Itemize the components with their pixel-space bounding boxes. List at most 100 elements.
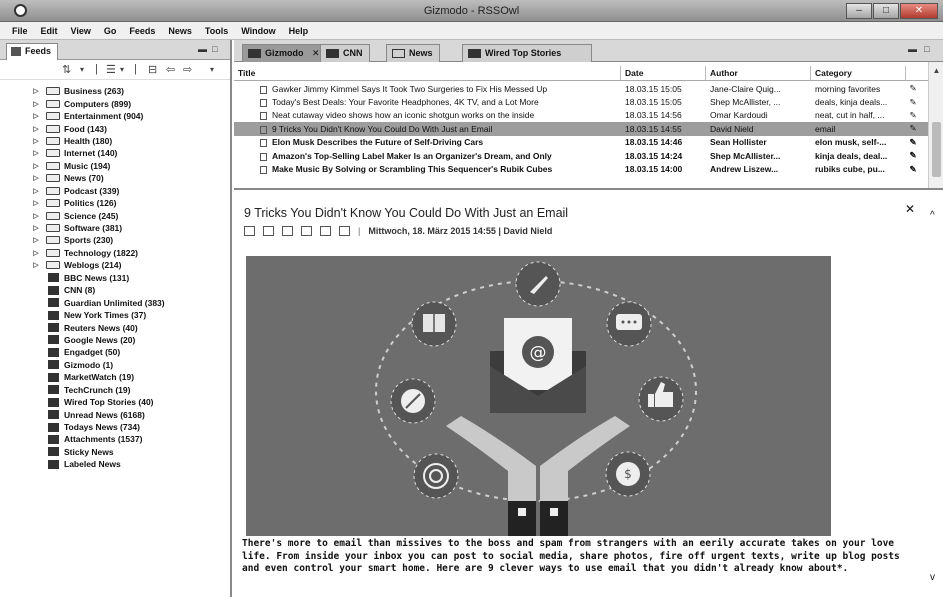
tree-folder[interactable]: ▷ Entertainment (904) bbox=[0, 110, 230, 122]
menu-news[interactable]: News bbox=[168, 26, 192, 36]
expand-arrow-icon[interactable]: ▷ bbox=[0, 112, 42, 120]
scroll-thumb[interactable] bbox=[932, 122, 941, 177]
attachment-icon[interactable] bbox=[320, 226, 331, 236]
edit-icon[interactable]: ✎ bbox=[906, 97, 920, 108]
article-scrollbar[interactable]: ^ v bbox=[928, 210, 943, 590]
filter-icon[interactable]: ☰ bbox=[106, 63, 116, 76]
chevron-down-icon[interactable]: ▾ bbox=[80, 65, 84, 74]
menu-window[interactable]: Window bbox=[241, 26, 275, 36]
tree-feed[interactable]: Attachments (1537) bbox=[0, 433, 230, 445]
tab-gizmodo[interactable]: Gizmodo ✕ bbox=[242, 44, 327, 62]
tree-folder[interactable]: ▷ Computers (899) bbox=[0, 97, 230, 109]
label-icon[interactable] bbox=[282, 226, 293, 236]
minimize-view-icon[interactable]: ▬ bbox=[198, 44, 207, 54]
expand-arrow-icon[interactable]: ▷ bbox=[0, 100, 42, 108]
tree-feed[interactable]: New York Times (37) bbox=[0, 309, 230, 321]
edit-icon[interactable]: ✎ bbox=[906, 164, 920, 175]
tree-folder[interactable]: ▷ Sports (230) bbox=[0, 234, 230, 246]
share-icon[interactable] bbox=[301, 226, 312, 236]
tree-feed[interactable]: MarketWatch (19) bbox=[0, 371, 230, 383]
column-header-category[interactable]: Category bbox=[811, 66, 906, 80]
maximize-view-icon[interactable]: □ bbox=[924, 44, 929, 54]
expand-arrow-icon[interactable]: ▷ bbox=[0, 162, 42, 170]
expand-arrow-icon[interactable]: ▷ bbox=[0, 199, 42, 207]
back-arrow-icon[interactable]: ⇦ bbox=[166, 63, 175, 76]
star-icon[interactable] bbox=[263, 226, 274, 236]
expand-arrow-icon[interactable]: ▷ bbox=[0, 212, 42, 220]
table-row[interactable]: Today's Best Deals: Your Favorite Headph… bbox=[234, 95, 928, 108]
tree-feed[interactable]: Engadget (50) bbox=[0, 346, 230, 358]
edit-icon[interactable]: ✎ bbox=[906, 137, 920, 148]
expand-arrow-icon[interactable]: ▷ bbox=[0, 125, 42, 133]
edit-icon[interactable]: ✎ bbox=[906, 123, 920, 134]
scroll-up-icon[interactable]: ^ bbox=[930, 210, 935, 221]
tree-folder[interactable]: ▷ Business (263) bbox=[0, 85, 230, 97]
scroll-down-icon[interactable]: v bbox=[930, 572, 935, 583]
chevron-down-icon[interactable]: ▾ bbox=[120, 65, 124, 74]
expand-arrow-icon[interactable]: ▷ bbox=[0, 236, 42, 244]
tab-news[interactable]: News bbox=[386, 44, 440, 62]
expand-arrow-icon[interactable]: ▷ bbox=[0, 224, 42, 232]
menu-tools[interactable]: Tools bbox=[205, 26, 228, 36]
menu-go[interactable]: Go bbox=[104, 26, 117, 36]
maximize-view-icon[interactable]: □ bbox=[212, 44, 217, 54]
tree-feed[interactable]: BBC News (131) bbox=[0, 272, 230, 284]
expand-arrow-icon[interactable]: ▷ bbox=[0, 149, 42, 157]
tree-feed[interactable]: Reuters News (40) bbox=[0, 321, 230, 333]
menu-file[interactable]: File bbox=[12, 26, 28, 36]
expand-arrow-icon[interactable]: ▷ bbox=[0, 137, 42, 145]
column-header-date[interactable]: Date bbox=[621, 66, 706, 80]
tree-feed[interactable]: Sticky News bbox=[0, 446, 230, 458]
edit-icon[interactable]: ✎ bbox=[906, 150, 920, 161]
column-header-author[interactable]: Author bbox=[706, 66, 811, 80]
table-row[interactable]: Elon Musk Describes the Future of Self-D… bbox=[234, 136, 928, 149]
view-menu-icon[interactable]: ▾ bbox=[210, 65, 214, 74]
tree-feed[interactable]: Guardian Unlimited (383) bbox=[0, 296, 230, 308]
tab-cnn[interactable]: CNN bbox=[320, 44, 370, 62]
tree-folder[interactable]: ▷ Technology (1822) bbox=[0, 247, 230, 259]
tree-feed[interactable]: Wired Top Stories (40) bbox=[0, 396, 230, 408]
table-row[interactable]: Make Music By Solving or Scrambling This… bbox=[234, 162, 928, 175]
tree-folder[interactable]: ▷ Science (245) bbox=[0, 209, 230, 221]
collapse-icon[interactable]: ⊟ bbox=[148, 63, 157, 76]
tree-feed[interactable]: Google News (20) bbox=[0, 334, 230, 346]
tree-folder[interactable]: ▷ Internet (140) bbox=[0, 147, 230, 159]
headlines-scrollbar[interactable]: ▲ bbox=[928, 62, 943, 188]
tree-feed[interactable]: Gizmodo (1) bbox=[0, 359, 230, 371]
menu-feeds[interactable]: Feeds bbox=[129, 26, 155, 36]
menu-edit[interactable]: Edit bbox=[41, 26, 58, 36]
column-header-title[interactable]: Title bbox=[234, 66, 621, 80]
expand-arrow-icon[interactable]: ▷ bbox=[0, 187, 42, 195]
table-row[interactable]: Gawker Jimmy Kimmel Says It Took Two Sur… bbox=[234, 82, 928, 95]
expand-arrow-icon[interactable]: ▷ bbox=[0, 261, 42, 269]
tree-feed[interactable]: Labeled News bbox=[0, 458, 230, 470]
close-tab-icon[interactable]: ✕ bbox=[312, 48, 320, 58]
tree-folder[interactable]: ▷ Food (143) bbox=[0, 122, 230, 134]
tree-folder[interactable]: ▷ Music (194) bbox=[0, 160, 230, 172]
edit-icon[interactable]: ✎ bbox=[906, 110, 920, 121]
edit-icon[interactable]: ✎ bbox=[906, 83, 920, 94]
expand-arrow-icon[interactable]: ▷ bbox=[0, 249, 42, 257]
table-row[interactable]: 9 Tricks You Didn't Know You Could Do Wi… bbox=[234, 122, 928, 136]
tree-folder[interactable]: ▷ Weblogs (214) bbox=[0, 259, 230, 271]
tree-feed[interactable]: TechCrunch (19) bbox=[0, 384, 230, 396]
scroll-up-icon[interactable]: ▲ bbox=[929, 66, 943, 75]
minimize-button[interactable]: – bbox=[846, 3, 872, 19]
tree-folder[interactable]: ▷ Politics (126) bbox=[0, 197, 230, 209]
table-row[interactable]: Amazon's Top-Selling Label Maker Is an O… bbox=[234, 149, 928, 162]
close-icon[interactable]: ✕ bbox=[905, 202, 915, 216]
close-button[interactable]: ✕ bbox=[900, 3, 938, 19]
menu-help[interactable]: Help bbox=[289, 26, 309, 36]
tree-folder[interactable]: ▷ Podcast (339) bbox=[0, 185, 230, 197]
pencil-icon[interactable] bbox=[244, 226, 255, 236]
tree-feed[interactable]: Todays News (734) bbox=[0, 421, 230, 433]
tab-wired-top-stories[interactable]: Wired Top Stories bbox=[462, 44, 592, 62]
tree-folder[interactable]: ▷ Health (180) bbox=[0, 135, 230, 147]
expand-arrow-icon[interactable]: ▷ bbox=[0, 87, 42, 95]
tree-feed[interactable]: Unread News (6168) bbox=[0, 408, 230, 420]
tree-folder[interactable]: ▷ News (70) bbox=[0, 172, 230, 184]
maximize-button[interactable]: □ bbox=[873, 3, 899, 19]
tree-feed[interactable]: CNN (8) bbox=[0, 284, 230, 296]
table-row[interactable]: Neat cutaway video shows how an iconic s… bbox=[234, 109, 928, 122]
document-icon[interactable] bbox=[339, 226, 350, 236]
